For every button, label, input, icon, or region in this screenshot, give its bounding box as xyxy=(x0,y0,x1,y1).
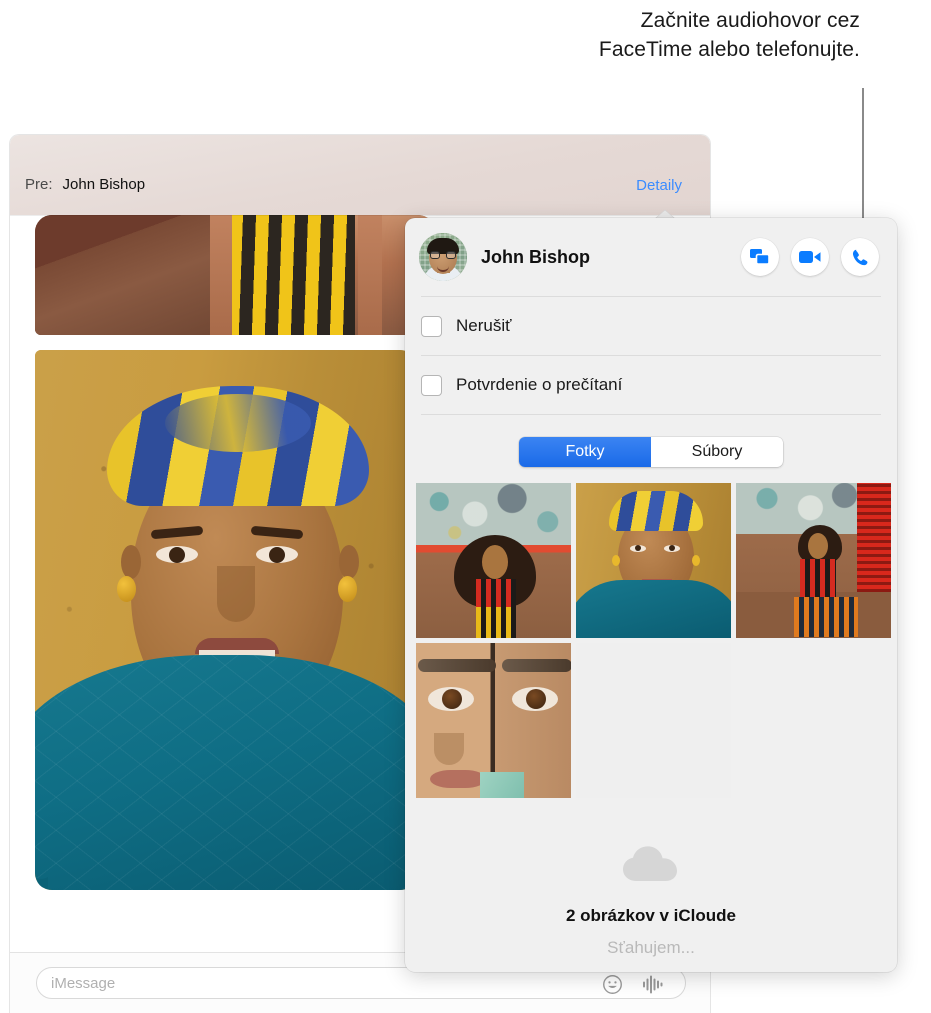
avatar[interactable] xyxy=(419,233,467,281)
tab-files[interactable]: Súbory xyxy=(651,437,783,467)
imessage-placeholder: iMessage xyxy=(51,975,116,992)
facetime-video-button[interactable] xyxy=(791,238,829,276)
attached-photo-striped-dress xyxy=(35,215,435,335)
read-receipts-checkbox[interactable] xyxy=(421,374,442,396)
photo-grid xyxy=(405,483,897,798)
recipient-name[interactable]: John Bishop xyxy=(63,176,146,193)
recipient-row: Pre: John Bishop xyxy=(25,176,145,193)
tabs-container: Fotky Súbory xyxy=(405,415,897,483)
smiley-face-icon[interactable] xyxy=(602,974,623,995)
icloud-status: Sťahujem... xyxy=(607,938,695,957)
details-popover: John Bishop Nerušiť Potvrdenie o prečíta… xyxy=(405,218,897,972)
icloud-title: 2 obrázkov v iCloude xyxy=(565,906,737,925)
messages-toolbar: Pre: John Bishop Detaily xyxy=(10,135,710,223)
read-receipts-label: Potvrdenie o prečítaní xyxy=(456,375,623,394)
tab-photos[interactable]: Fotky xyxy=(519,437,651,467)
option-row-do-not-disturb[interactable]: Nerušiť xyxy=(405,297,897,355)
cloud-icon xyxy=(623,846,677,881)
message-bubble-image[interactable] xyxy=(35,215,435,335)
details-button[interactable]: Detaily xyxy=(636,177,682,194)
facetime-audio-button[interactable] xyxy=(841,238,879,276)
phone-icon xyxy=(852,249,867,265)
to-label: Pre: xyxy=(25,176,53,193)
photo-grid-empty-cell xyxy=(736,643,891,798)
callout-text: Začnite audiohovor cez FaceTime alebo te… xyxy=(598,9,860,61)
option-row-read-receipts[interactable]: Potvrdenie o prečítaní xyxy=(405,356,897,414)
message-bubble-image[interactable] xyxy=(35,350,417,890)
do-not-disturb-label: Nerušiť xyxy=(456,316,512,335)
icloud-status-section: 2 obrázkov v iCloude Sťahujem... xyxy=(405,845,897,972)
video-camera-icon xyxy=(799,251,821,263)
callout-leader-line xyxy=(862,88,864,230)
attached-photo-portrait xyxy=(35,350,417,890)
photo-thumbnail[interactable] xyxy=(416,483,571,638)
segmented-control: Fotky Súbory xyxy=(519,437,783,467)
photo-thumbnail[interactable] xyxy=(736,483,891,638)
do-not-disturb-checkbox[interactable] xyxy=(421,315,442,337)
photo-thumbnail[interactable] xyxy=(576,483,731,638)
photo-grid-empty-cell xyxy=(576,643,731,798)
contact-name: John Bishop xyxy=(481,246,590,267)
contact-action-buttons xyxy=(741,238,879,276)
popover-header: John Bishop xyxy=(405,218,897,296)
screen-share-button[interactable] xyxy=(741,238,779,276)
message-bubble-tail xyxy=(26,867,48,891)
audio-waveform-icon[interactable] xyxy=(641,974,665,995)
screen-share-icon xyxy=(750,249,770,265)
photo-thumbnail[interactable] xyxy=(416,643,571,798)
